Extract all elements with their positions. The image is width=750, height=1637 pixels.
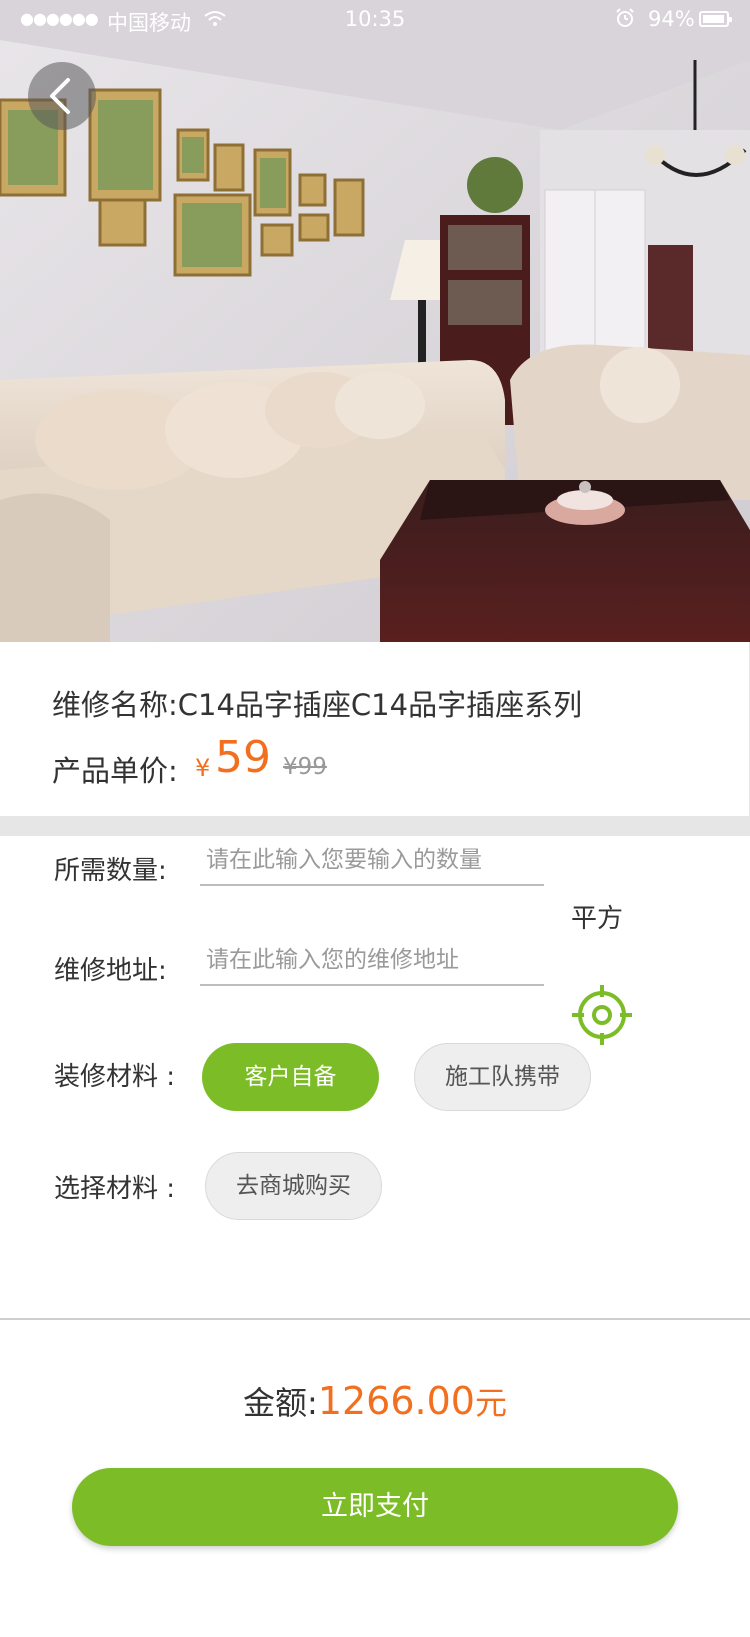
total-amount: 金额:1266.00元	[0, 1378, 750, 1424]
product-name-label: 维修名称:	[52, 688, 178, 722]
battery-percent: 94%	[648, 7, 695, 31]
price-currency: ¥	[195, 754, 211, 782]
pay-now-button[interactable]: 立即支付	[72, 1468, 678, 1546]
product-name-row: 维修名称:C14品字插座C14品字插座系列	[52, 682, 582, 724]
alarm-icon	[615, 8, 635, 33]
crosshair-location-icon[interactable]	[571, 984, 633, 1046]
shop-button[interactable]: 去商城购买	[205, 1152, 382, 1220]
form-divider	[0, 1318, 750, 1320]
status-bar: ●●●●●● 中国移动 10:35 94%	[0, 0, 750, 40]
quantity-unit: 平方	[571, 904, 624, 934]
total-unit: 元	[474, 1384, 507, 1422]
back-button[interactable]	[28, 62, 96, 130]
battery-icon	[699, 11, 732, 27]
section-divider	[0, 816, 750, 836]
clock: 10:35	[344, 7, 406, 31]
original-price: ¥99	[283, 754, 327, 780]
choose-material-label: 选择材料 :	[54, 1174, 176, 1204]
total-label: 金额:	[243, 1384, 318, 1422]
product-info: 维修名称:C14品字插座C14品字插座系列 产品单价: ¥ 59 ¥99	[0, 642, 750, 816]
quantity-label: 所需数量:	[54, 856, 167, 886]
address-label: 维修地址:	[54, 956, 167, 986]
quantity-input[interactable]	[200, 836, 544, 886]
material-option-customer[interactable]: 客户自备	[202, 1043, 379, 1111]
chevron-left-icon	[50, 78, 70, 114]
price-value: 59	[215, 732, 271, 783]
order-form: 所需数量: 平方 维修地址: 装修材料 : 客户自备 施工队携带 选择材料 : …	[0, 836, 750, 1318]
material-label: 装修材料 :	[54, 1062, 176, 1092]
hero-image	[0, 0, 750, 642]
address-input[interactable]	[200, 936, 544, 986]
price-label: 产品单价:	[52, 754, 178, 788]
total-value: 1266.00	[317, 1379, 475, 1423]
product-name-value: C14品字插座C14品字插座系列	[177, 688, 583, 722]
material-option-crew[interactable]: 施工队携带	[414, 1043, 591, 1111]
battery-level	[703, 15, 724, 23]
